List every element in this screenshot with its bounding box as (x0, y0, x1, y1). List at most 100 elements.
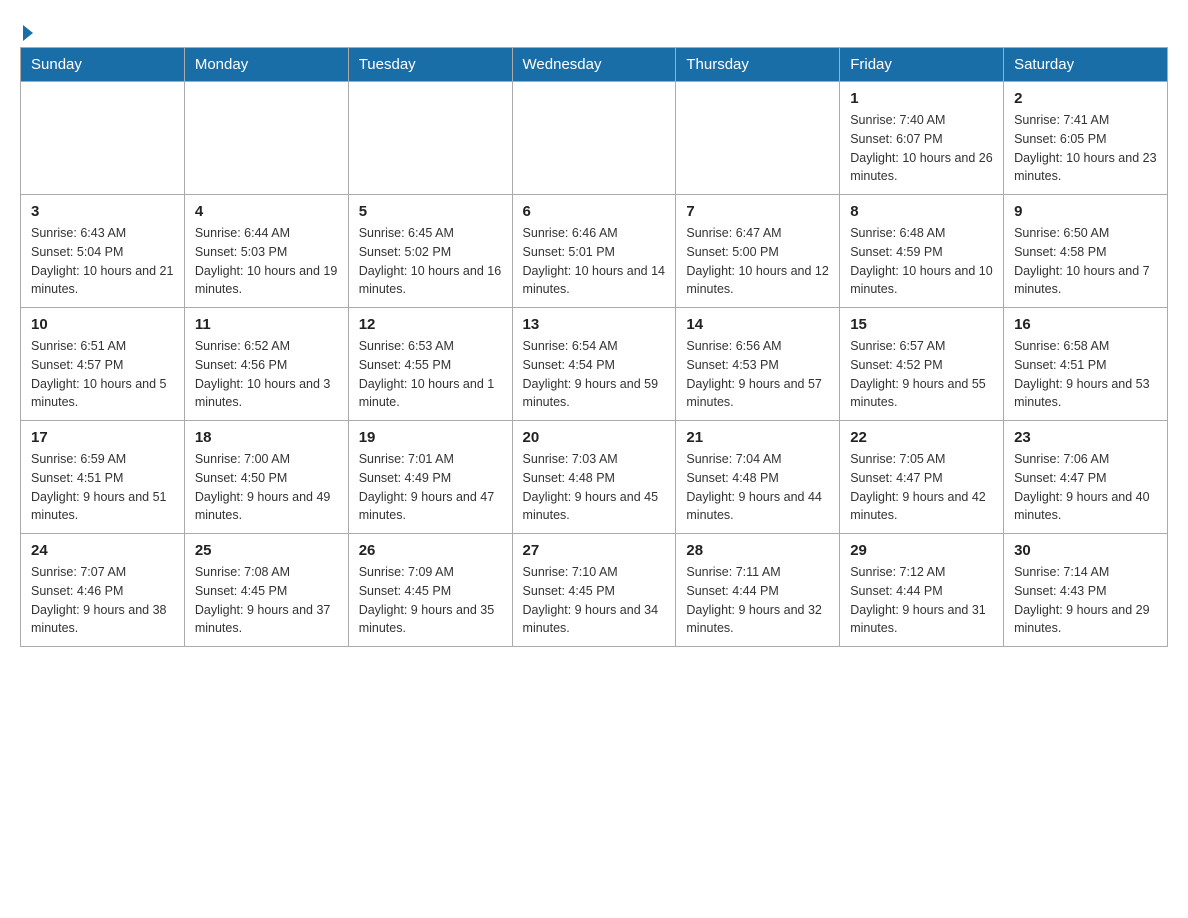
day-number: 2 (1014, 90, 1157, 107)
calendar-cell (676, 82, 840, 195)
calendar-cell: 17 Sunrise: 6:59 AM Sunset: 4:51 PM Dayli… (21, 421, 185, 534)
day-info: Sunrise: 7:41 AM Sunset: 6:05 PM Dayligh… (1014, 111, 1157, 186)
calendar-table: SundayMondayTuesdayWednesdayThursdayFrid… (20, 47, 1168, 647)
calendar-cell: 22 Sunrise: 7:05 AM Sunset: 4:47 PM Dayli… (840, 421, 1004, 534)
day-number: 3 (31, 203, 174, 220)
day-info: Sunrise: 6:54 AM Sunset: 4:54 PM Dayligh… (523, 337, 666, 412)
day-info: Sunrise: 7:08 AM Sunset: 4:45 PM Dayligh… (195, 563, 338, 638)
day-info: Sunrise: 7:12 AM Sunset: 4:44 PM Dayligh… (850, 563, 993, 638)
day-info: Sunrise: 6:45 AM Sunset: 5:02 PM Dayligh… (359, 224, 502, 299)
calendar-cell: 26 Sunrise: 7:09 AM Sunset: 4:45 PM Dayli… (348, 534, 512, 647)
calendar-week-4: 17 Sunrise: 6:59 AM Sunset: 4:51 PM Dayli… (21, 421, 1168, 534)
day-info: Sunrise: 6:57 AM Sunset: 4:52 PM Dayligh… (850, 337, 993, 412)
calendar-cell (184, 82, 348, 195)
day-number: 20 (523, 429, 666, 446)
calendar-cell: 12 Sunrise: 6:53 AM Sunset: 4:55 PM Dayli… (348, 308, 512, 421)
logo-general (20, 25, 33, 41)
calendar-cell: 7 Sunrise: 6:47 AM Sunset: 5:00 PM Daylig… (676, 195, 840, 308)
calendar-cell: 5Sunrise: 6:45 AM Sunset: 5:02 PM Daylig… (348, 195, 512, 308)
day-info: Sunrise: 6:58 AM Sunset: 4:51 PM Dayligh… (1014, 337, 1157, 412)
day-info: Sunrise: 6:47 AM Sunset: 5:00 PM Dayligh… (686, 224, 829, 299)
day-info: Sunrise: 6:56 AM Sunset: 4:53 PM Dayligh… (686, 337, 829, 412)
day-number: 1 (850, 90, 993, 107)
day-number: 28 (686, 542, 829, 559)
day-number: 30 (1014, 542, 1157, 559)
day-info: Sunrise: 6:52 AM Sunset: 4:56 PM Dayligh… (195, 337, 338, 412)
day-number: 27 (523, 542, 666, 559)
day-number: 24 (31, 542, 174, 559)
day-number: 26 (359, 542, 502, 559)
day-info: Sunrise: 6:48 AM Sunset: 4:59 PM Dayligh… (850, 224, 993, 299)
day-number: 6 (523, 203, 666, 220)
calendar-cell: 4 Sunrise: 6:44 AM Sunset: 5:03 PM Daylig… (184, 195, 348, 308)
calendar-cell: 23Sunrise: 7:06 AM Sunset: 4:47 PM Dayli… (1004, 421, 1168, 534)
calendar-cell: 10Sunrise: 6:51 AM Sunset: 4:57 PM Dayli… (21, 308, 185, 421)
day-info: Sunrise: 7:05 AM Sunset: 4:47 PM Dayligh… (850, 450, 993, 525)
day-info: Sunrise: 7:14 AM Sunset: 4:43 PM Dayligh… (1014, 563, 1157, 638)
day-info: Sunrise: 7:10 AM Sunset: 4:45 PM Dayligh… (523, 563, 666, 638)
day-info: Sunrise: 7:11 AM Sunset: 4:44 PM Dayligh… (686, 563, 829, 638)
day-number: 22 (850, 429, 993, 446)
calendar-cell: 30 Sunrise: 7:14 AM Sunset: 4:43 PM Dayli… (1004, 534, 1168, 647)
calendar-cell (348, 82, 512, 195)
day-info: Sunrise: 6:53 AM Sunset: 4:55 PM Dayligh… (359, 337, 502, 412)
calendar-cell: 28 Sunrise: 7:11 AM Sunset: 4:44 PM Dayli… (676, 534, 840, 647)
day-info: Sunrise: 7:40 AM Sunset: 6:07 PM Dayligh… (850, 111, 993, 186)
day-number: 18 (195, 429, 338, 446)
calendar-cell: 15 Sunrise: 6:57 AM Sunset: 4:52 PM Dayli… (840, 308, 1004, 421)
page-header (20, 20, 1168, 37)
calendar-week-1: 1 Sunrise: 7:40 AM Sunset: 6:07 PM Daylig… (21, 82, 1168, 195)
calendar-cell: 18 Sunrise: 7:00 AM Sunset: 4:50 PM Dayli… (184, 421, 348, 534)
day-number: 4 (195, 203, 338, 220)
calendar-cell (512, 82, 676, 195)
day-number: 16 (1014, 316, 1157, 333)
calendar-cell: 27 Sunrise: 7:10 AM Sunset: 4:45 PM Dayli… (512, 534, 676, 647)
weekday-header-wednesday: Wednesday (512, 48, 676, 82)
day-info: Sunrise: 7:09 AM Sunset: 4:45 PM Dayligh… (359, 563, 502, 638)
weekday-header-saturday: Saturday (1004, 48, 1168, 82)
day-info: Sunrise: 7:00 AM Sunset: 4:50 PM Dayligh… (195, 450, 338, 525)
day-number: 19 (359, 429, 502, 446)
day-info: Sunrise: 6:43 AM Sunset: 5:04 PM Dayligh… (31, 224, 174, 299)
calendar-cell: 14 Sunrise: 6:56 AM Sunset: 4:53 PM Dayli… (676, 308, 840, 421)
day-info: Sunrise: 7:01 AM Sunset: 4:49 PM Dayligh… (359, 450, 502, 525)
calendar-cell: 20Sunrise: 7:03 AM Sunset: 4:48 PM Dayli… (512, 421, 676, 534)
weekday-header-sunday: Sunday (21, 48, 185, 82)
day-number: 9 (1014, 203, 1157, 220)
day-number: 29 (850, 542, 993, 559)
day-info: Sunrise: 6:44 AM Sunset: 5:03 PM Dayligh… (195, 224, 338, 299)
calendar-cell: 24 Sunrise: 7:07 AM Sunset: 4:46 PM Dayli… (21, 534, 185, 647)
day-info: Sunrise: 6:50 AM Sunset: 4:58 PM Dayligh… (1014, 224, 1157, 299)
calendar-cell: 19 Sunrise: 7:01 AM Sunset: 4:49 PM Dayli… (348, 421, 512, 534)
day-number: 15 (850, 316, 993, 333)
calendar-cell: 13 Sunrise: 6:54 AM Sunset: 4:54 PM Dayli… (512, 308, 676, 421)
weekday-header-tuesday: Tuesday (348, 48, 512, 82)
calendar-week-5: 24 Sunrise: 7:07 AM Sunset: 4:46 PM Dayli… (21, 534, 1168, 647)
weekday-header-friday: Friday (840, 48, 1004, 82)
day-info: Sunrise: 7:07 AM Sunset: 4:46 PM Dayligh… (31, 563, 174, 638)
day-number: 21 (686, 429, 829, 446)
calendar-cell: 2 Sunrise: 7:41 AM Sunset: 6:05 PM Daylig… (1004, 82, 1168, 195)
calendar-cell (21, 82, 185, 195)
day-number: 8 (850, 203, 993, 220)
day-info: Sunrise: 6:59 AM Sunset: 4:51 PM Dayligh… (31, 450, 174, 525)
day-number: 23 (1014, 429, 1157, 446)
day-number: 17 (31, 429, 174, 446)
day-number: 12 (359, 316, 502, 333)
day-number: 13 (523, 316, 666, 333)
calendar-cell: 29 Sunrise: 7:12 AM Sunset: 4:44 PM Dayli… (840, 534, 1004, 647)
day-number: 7 (686, 203, 829, 220)
day-number: 11 (195, 316, 338, 333)
logo (20, 20, 33, 37)
weekday-header-thursday: Thursday (676, 48, 840, 82)
calendar-cell: 9 Sunrise: 6:50 AM Sunset: 4:58 PM Daylig… (1004, 195, 1168, 308)
calendar-week-2: 3 Sunrise: 6:43 AM Sunset: 5:04 PM Daylig… (21, 195, 1168, 308)
calendar-cell: 11 Sunrise: 6:52 AM Sunset: 4:56 PM Dayli… (184, 308, 348, 421)
calendar-header-row: SundayMondayTuesdayWednesdayThursdayFrid… (21, 48, 1168, 82)
day-number: 25 (195, 542, 338, 559)
calendar-week-3: 10Sunrise: 6:51 AM Sunset: 4:57 PM Dayli… (21, 308, 1168, 421)
day-info: Sunrise: 6:51 AM Sunset: 4:57 PM Dayligh… (31, 337, 174, 412)
day-number: 14 (686, 316, 829, 333)
calendar-cell: 8 Sunrise: 6:48 AM Sunset: 4:59 PM Daylig… (840, 195, 1004, 308)
calendar-cell: 6Sunrise: 6:46 AM Sunset: 5:01 PM Daylig… (512, 195, 676, 308)
